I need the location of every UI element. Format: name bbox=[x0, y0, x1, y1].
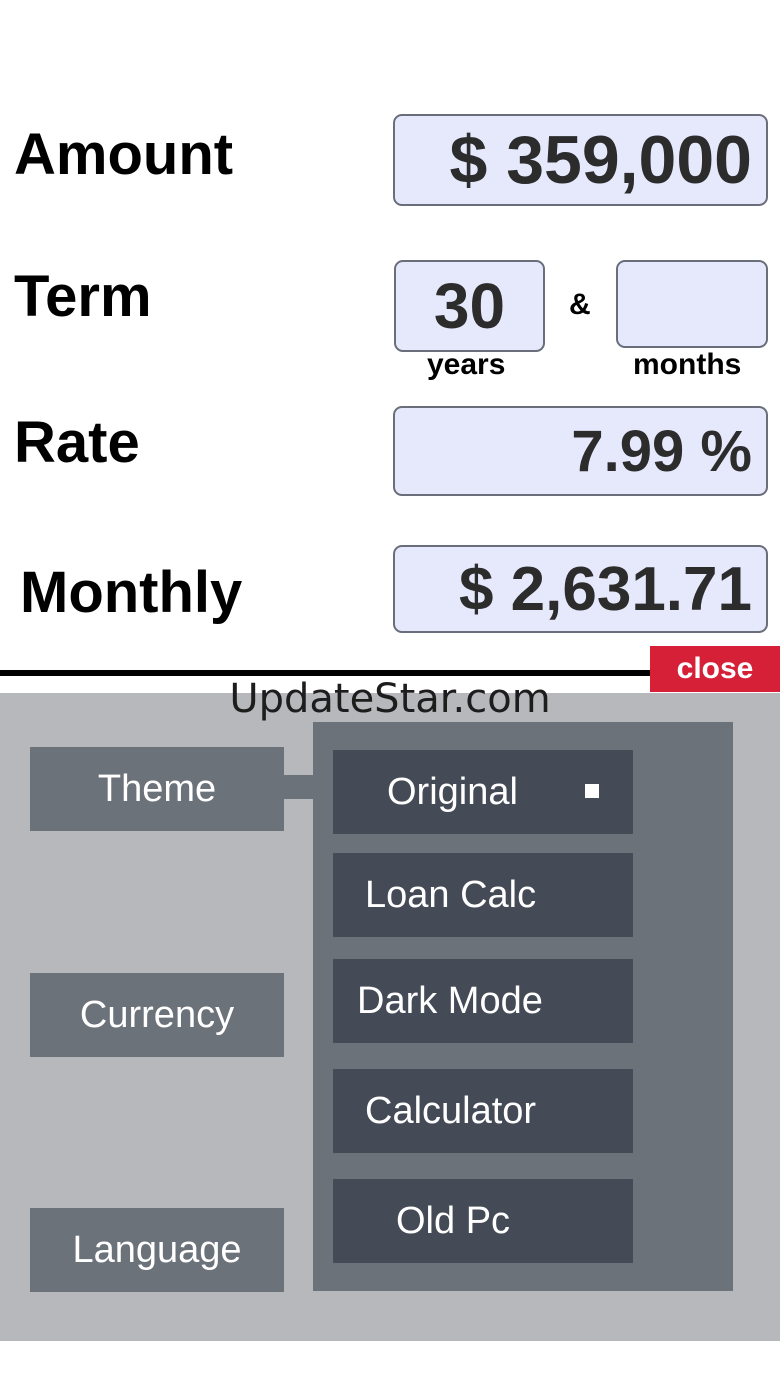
amount-label: Amount bbox=[14, 122, 234, 187]
theme-option-label: Original bbox=[387, 770, 518, 813]
rate-label: Rate bbox=[14, 410, 140, 475]
theme-option-original[interactable]: Original bbox=[333, 750, 633, 834]
amount-field[interactable]: $ 359,000 bbox=[393, 114, 768, 206]
watermark-text: UpdateStar.com bbox=[229, 676, 551, 722]
term-label: Term bbox=[14, 264, 152, 329]
term-years-field[interactable]: 30 bbox=[394, 260, 545, 352]
theme-option-label: Dark Mode bbox=[357, 979, 543, 1022]
currency-button[interactable]: Currency bbox=[30, 973, 284, 1057]
theme-option-label: Loan Calc bbox=[365, 873, 537, 916]
term-ampersand: & bbox=[569, 288, 591, 321]
theme-connector bbox=[284, 775, 314, 799]
theme-option-label: Calculator bbox=[365, 1089, 537, 1132]
monthly-field[interactable]: $ 2,631.71 bbox=[393, 545, 768, 633]
theme-option-calculator[interactable]: Calculator bbox=[333, 1069, 633, 1153]
theme-option-dark-mode[interactable]: Dark Mode bbox=[333, 959, 633, 1043]
theme-option-label: Old Pc bbox=[396, 1199, 511, 1242]
term-months-field[interactable] bbox=[616, 260, 768, 348]
years-label: years bbox=[427, 348, 506, 381]
theme-option-old-pc[interactable]: Old Pc bbox=[333, 1179, 633, 1263]
selected-indicator-icon bbox=[585, 784, 599, 798]
theme-button[interactable]: Theme bbox=[30, 747, 284, 831]
monthly-label: Monthly bbox=[20, 560, 243, 625]
rate-field[interactable]: 7.99 % bbox=[393, 406, 768, 496]
theme-option-loan-calc[interactable]: Loan Calc bbox=[333, 853, 633, 937]
months-label: months bbox=[633, 348, 742, 381]
language-button[interactable]: Language bbox=[30, 1208, 284, 1292]
